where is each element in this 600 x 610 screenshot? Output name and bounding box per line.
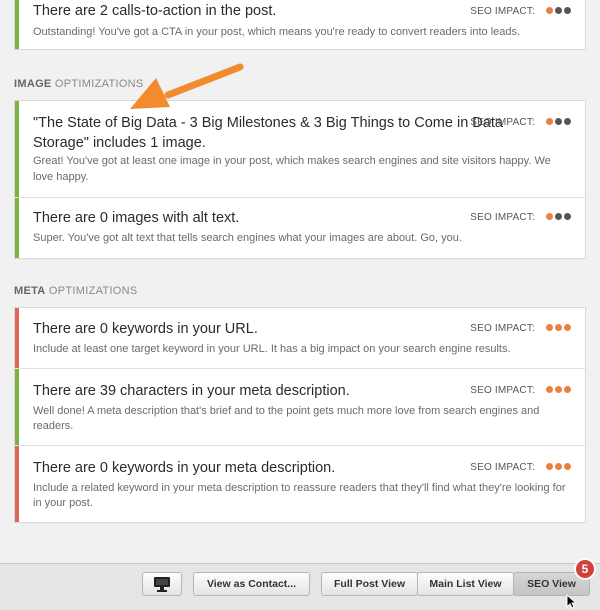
full-post-view-button[interactable]: Full Post View (321, 572, 418, 596)
meta-section-heading: META OPTIMIZATIONS (14, 285, 138, 297)
meta-keyword-title: There are 0 keywords in your meta descri… (33, 460, 336, 476)
cta-card: There are 2 calls-to-action in the post.… (14, 0, 586, 50)
notification-badge: 5 (574, 558, 596, 580)
image-item-desc-line2: love happy. (33, 171, 89, 183)
main-list-view-button[interactable]: Main List View (417, 572, 514, 596)
impact-dots-icon (544, 212, 571, 223)
seo-impact: SEO IMPACT: (470, 462, 571, 473)
image-item[interactable]: "The State of Big Data - 3 Big Milestone… (15, 101, 585, 197)
seo-impact: SEO IMPACT: (470, 212, 571, 223)
alt-text-desc: Super. You've got alt text that tells se… (33, 232, 462, 244)
image-section-heading: IMAGE OPTIMIZATIONS (14, 78, 144, 90)
seo-impact-label: SEO IMPACT: (470, 6, 536, 18)
annotation-arrow-icon (130, 63, 244, 109)
cta-item[interactable]: There are 2 calls-to-action in the post.… (15, 0, 585, 49)
meta-card: There are 0 keywords in your URL. Includ… (14, 307, 586, 523)
alt-text-title: There are 0 images with alt text. (33, 210, 240, 226)
meta-length-desc-line2: readers. (33, 420, 74, 432)
impact-dots-icon (544, 6, 571, 17)
cta-desc: Outstanding! You've got a CTA in your po… (33, 26, 521, 38)
seo-impact: SEO IMPACT: (470, 323, 571, 334)
seo-impact-label: SEO IMPACT: (470, 212, 536, 224)
url-keyword-desc: Include at least one target keyword in y… (33, 343, 511, 355)
seo-impact-label: SEO IMPACT: (470, 323, 536, 335)
meta-keyword-item[interactable]: There are 0 keywords in your meta descri… (15, 446, 585, 522)
seo-impact-label: SEO IMPACT: (470, 385, 536, 397)
seo-impact-label: SEO IMPACT: (470, 462, 536, 474)
impact-dots-icon (544, 385, 571, 396)
view-toolbar: View as Contact... Full Post View Main L… (0, 563, 600, 610)
meta-keyword-desc-line1: Include a related keyword in your meta d… (33, 482, 566, 494)
seo-impact-label: SEO IMPACT: (470, 117, 536, 129)
meta-length-desc-line1: Well done! A meta description that's bri… (33, 405, 540, 417)
impact-dots-icon (544, 462, 571, 473)
monitor-icon (154, 577, 170, 592)
seo-impact: SEO IMPACT: (470, 6, 571, 17)
url-keyword-item[interactable]: There are 0 keywords in your URL. Includ… (15, 308, 585, 368)
meta-description-length-item[interactable]: There are 39 characters in your meta des… (15, 369, 585, 445)
alt-text-item[interactable]: There are 0 images with alt text. Super.… (15, 198, 585, 258)
mouse-cursor-icon (566, 594, 578, 609)
seo-impact: SEO IMPACT: (470, 385, 571, 396)
url-keyword-title: There are 0 keywords in your URL. (33, 321, 258, 337)
impact-dots-icon (544, 117, 571, 128)
image-card: "The State of Big Data - 3 Big Milestone… (14, 100, 586, 259)
desktop-preview-button[interactable] (142, 572, 182, 596)
image-item-title-line2: Storage" includes 1 image. (33, 135, 206, 151)
image-item-title-line1: "The State of Big Data - 3 Big Milestone… (33, 115, 503, 131)
impact-dots-icon (544, 323, 571, 334)
view-as-contact-button[interactable]: View as Contact... (193, 572, 310, 596)
seo-impact: SEO IMPACT: (470, 117, 571, 128)
meta-length-title: There are 39 characters in your meta des… (33, 383, 350, 399)
cta-title: There are 2 calls-to-action in the post. (33, 3, 277, 19)
image-item-desc-line1: Great! You've got at least one image in … (33, 155, 551, 167)
meta-keyword-desc-line2: in your post. (33, 497, 93, 509)
